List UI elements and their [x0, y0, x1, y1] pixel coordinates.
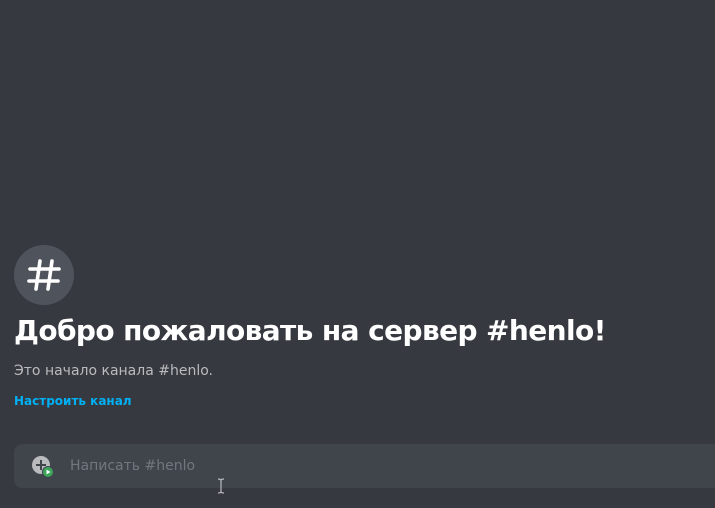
message-input[interactable]	[70, 444, 670, 488]
welcome-title: Добро пожаловать на сервер #henlo!	[14, 314, 606, 347]
message-composer	[14, 444, 715, 488]
add-attachment-icon	[32, 456, 54, 478]
welcome-subtitle: Это начало канала #henlo.	[14, 363, 213, 379]
setup-channel-link[interactable]: Настроить канал	[14, 394, 132, 408]
chat-area: Добро пожаловать на сервер #henlo! Это н…	[0, 0, 715, 508]
hash-icon	[27, 259, 61, 291]
text-cursor-icon	[217, 478, 225, 494]
channel-hash-avatar	[14, 245, 74, 305]
add-attachment-button[interactable]	[31, 455, 55, 479]
